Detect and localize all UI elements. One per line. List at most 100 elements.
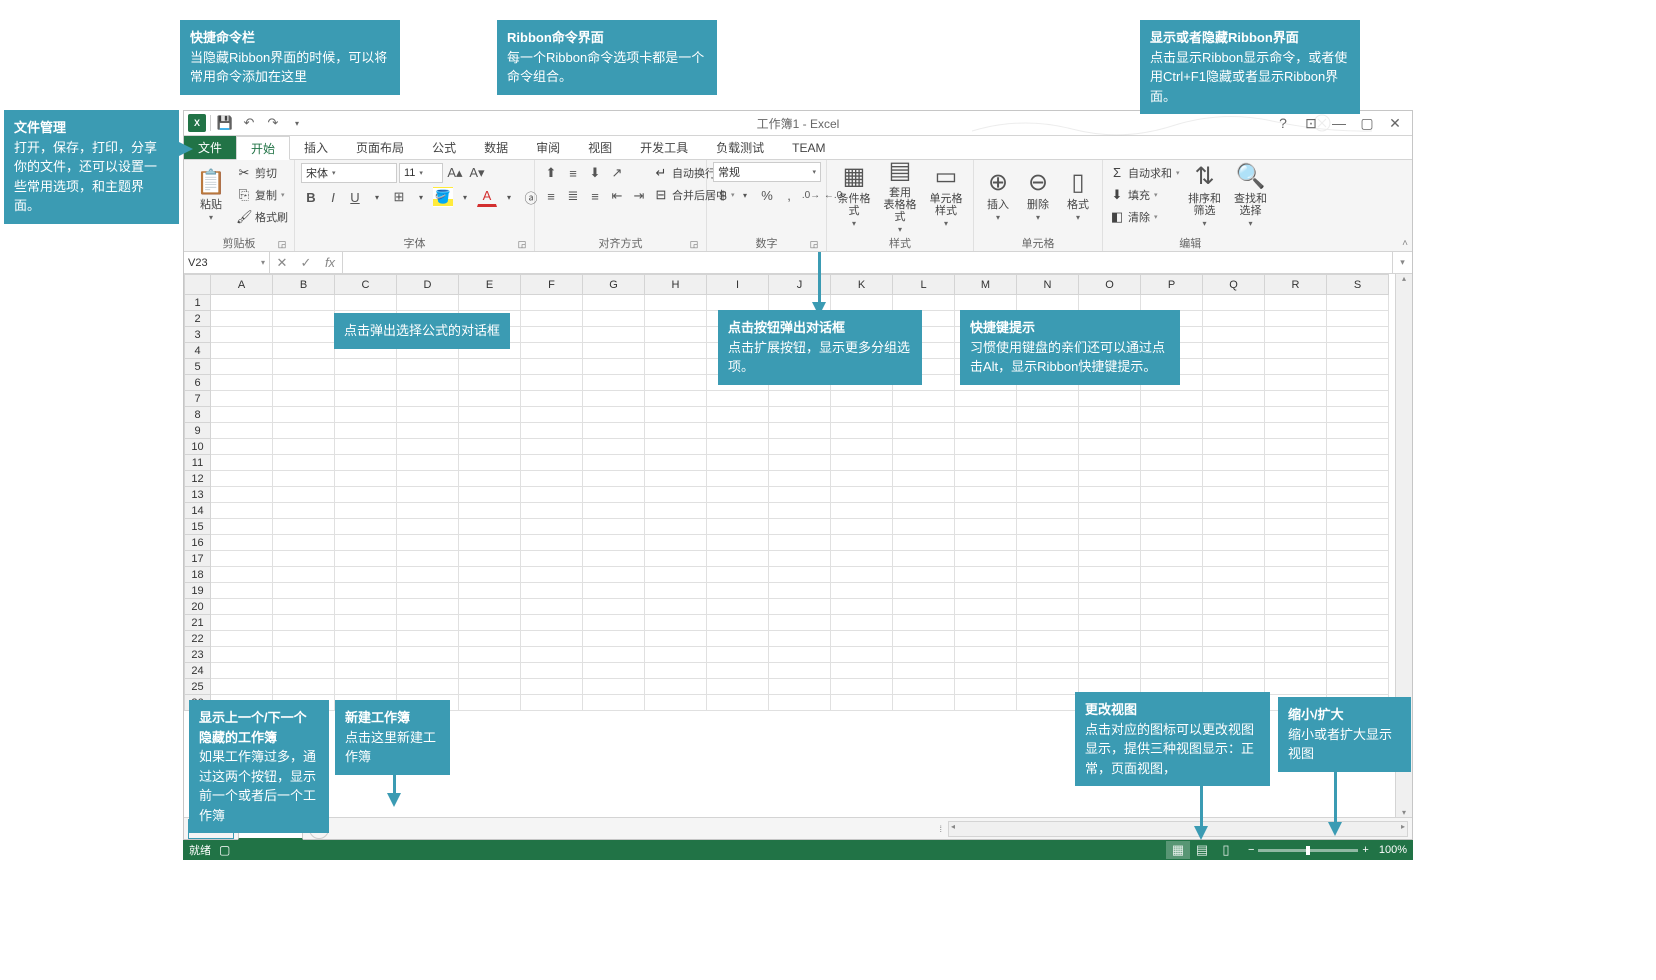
row-header[interactable]: 12 <box>185 471 211 487</box>
cell[interactable] <box>645 311 707 327</box>
autosum-button[interactable]: Σ自动求和▾ <box>1109 162 1180 183</box>
cell[interactable] <box>1141 583 1203 599</box>
cell[interactable] <box>583 407 645 423</box>
cell[interactable] <box>769 391 831 407</box>
cell[interactable] <box>769 599 831 615</box>
cell[interactable] <box>645 343 707 359</box>
column-header[interactable]: S <box>1327 275 1389 295</box>
clear-button[interactable]: ◧清除▾ <box>1109 206 1180 227</box>
cell[interactable] <box>211 615 273 631</box>
cell[interactable] <box>707 455 769 471</box>
cell[interactable] <box>459 599 521 615</box>
row-header[interactable]: 7 <box>185 391 211 407</box>
cell[interactable] <box>1203 583 1265 599</box>
cell[interactable] <box>1079 551 1141 567</box>
cell[interactable] <box>583 503 645 519</box>
cell[interactable] <box>583 391 645 407</box>
currency-button[interactable]: $ <box>713 185 733 205</box>
cell[interactable] <box>645 599 707 615</box>
cell[interactable] <box>459 583 521 599</box>
cell[interactable] <box>1265 679 1327 695</box>
cell[interactable] <box>955 439 1017 455</box>
cell[interactable] <box>831 551 893 567</box>
cell[interactable] <box>273 679 335 695</box>
row-header[interactable]: 11 <box>185 455 211 471</box>
cell[interactable] <box>769 407 831 423</box>
cell[interactable] <box>583 487 645 503</box>
cell[interactable] <box>707 695 769 711</box>
cell[interactable] <box>1017 647 1079 663</box>
column-header[interactable]: P <box>1141 275 1203 295</box>
cell[interactable] <box>397 679 459 695</box>
cell[interactable] <box>1327 359 1389 375</box>
cell[interactable] <box>893 407 955 423</box>
cell[interactable] <box>1327 647 1389 663</box>
cell[interactable] <box>831 503 893 519</box>
cell[interactable] <box>1265 471 1327 487</box>
cell[interactable] <box>397 519 459 535</box>
expand-formula-bar-button[interactable]: ▾ <box>1392 252 1412 273</box>
cell[interactable] <box>521 631 583 647</box>
cell[interactable] <box>893 695 955 711</box>
row-header[interactable]: 20 <box>185 599 211 615</box>
cell[interactable] <box>707 503 769 519</box>
collapse-ribbon-button[interactable]: ˄ <box>1402 238 1408 249</box>
column-header[interactable]: E <box>459 275 521 295</box>
cell[interactable] <box>955 295 1017 311</box>
cell[interactable] <box>459 439 521 455</box>
cell[interactable] <box>459 423 521 439</box>
cell[interactable] <box>1079 295 1141 311</box>
cell[interactable] <box>1017 295 1079 311</box>
cell[interactable] <box>1265 487 1327 503</box>
cell[interactable] <box>1203 471 1265 487</box>
column-header[interactable]: D <box>397 275 459 295</box>
cell[interactable] <box>1203 407 1265 423</box>
cell[interactable] <box>955 519 1017 535</box>
row-header[interactable]: 17 <box>185 551 211 567</box>
column-header[interactable]: Q <box>1203 275 1265 295</box>
dialog-launcher[interactable]: ◲ <box>276 238 288 250</box>
tab-insert[interactable]: 插入 <box>290 136 342 159</box>
cell[interactable] <box>1265 615 1327 631</box>
tab-developer[interactable]: 开发工具 <box>626 136 702 159</box>
cell[interactable] <box>397 567 459 583</box>
cell[interactable] <box>1203 391 1265 407</box>
cell[interactable] <box>397 423 459 439</box>
cell[interactable] <box>583 599 645 615</box>
cell[interactable] <box>769 695 831 711</box>
row-header[interactable]: 21 <box>185 615 211 631</box>
align-left-button[interactable]: ≡ <box>541 186 561 206</box>
cell[interactable] <box>521 311 583 327</box>
tab-load-test[interactable]: 负载测试 <box>702 136 778 159</box>
cell[interactable] <box>583 423 645 439</box>
align-top-button[interactable]: ⬆ <box>541 163 561 183</box>
cell[interactable] <box>1079 647 1141 663</box>
cell[interactable] <box>707 679 769 695</box>
cell[interactable] <box>459 455 521 471</box>
cell[interactable] <box>1327 407 1389 423</box>
cell[interactable] <box>335 535 397 551</box>
cell[interactable] <box>1327 311 1389 327</box>
cell[interactable] <box>645 295 707 311</box>
cell[interactable] <box>645 359 707 375</box>
cell[interactable] <box>893 487 955 503</box>
cell[interactable] <box>1265 519 1327 535</box>
cell[interactable] <box>335 359 397 375</box>
cell[interactable] <box>521 343 583 359</box>
increase-decimal-button[interactable]: .0→ <box>801 185 821 205</box>
cell[interactable] <box>1327 519 1389 535</box>
cell[interactable] <box>831 599 893 615</box>
dialog-launcher[interactable]: ◲ <box>516 238 528 250</box>
row-header[interactable]: 8 <box>185 407 211 423</box>
column-header[interactable]: C <box>335 275 397 295</box>
cell[interactable] <box>1017 423 1079 439</box>
cell[interactable] <box>893 535 955 551</box>
cell[interactable] <box>1265 535 1327 551</box>
cell[interactable] <box>893 551 955 567</box>
comma-button[interactable]: , <box>779 185 799 205</box>
row-header[interactable]: 9 <box>185 423 211 439</box>
tab-page-layout[interactable]: 页面布局 <box>342 136 418 159</box>
cell[interactable] <box>955 615 1017 631</box>
cell[interactable] <box>893 423 955 439</box>
underline-button[interactable]: U <box>345 187 365 207</box>
